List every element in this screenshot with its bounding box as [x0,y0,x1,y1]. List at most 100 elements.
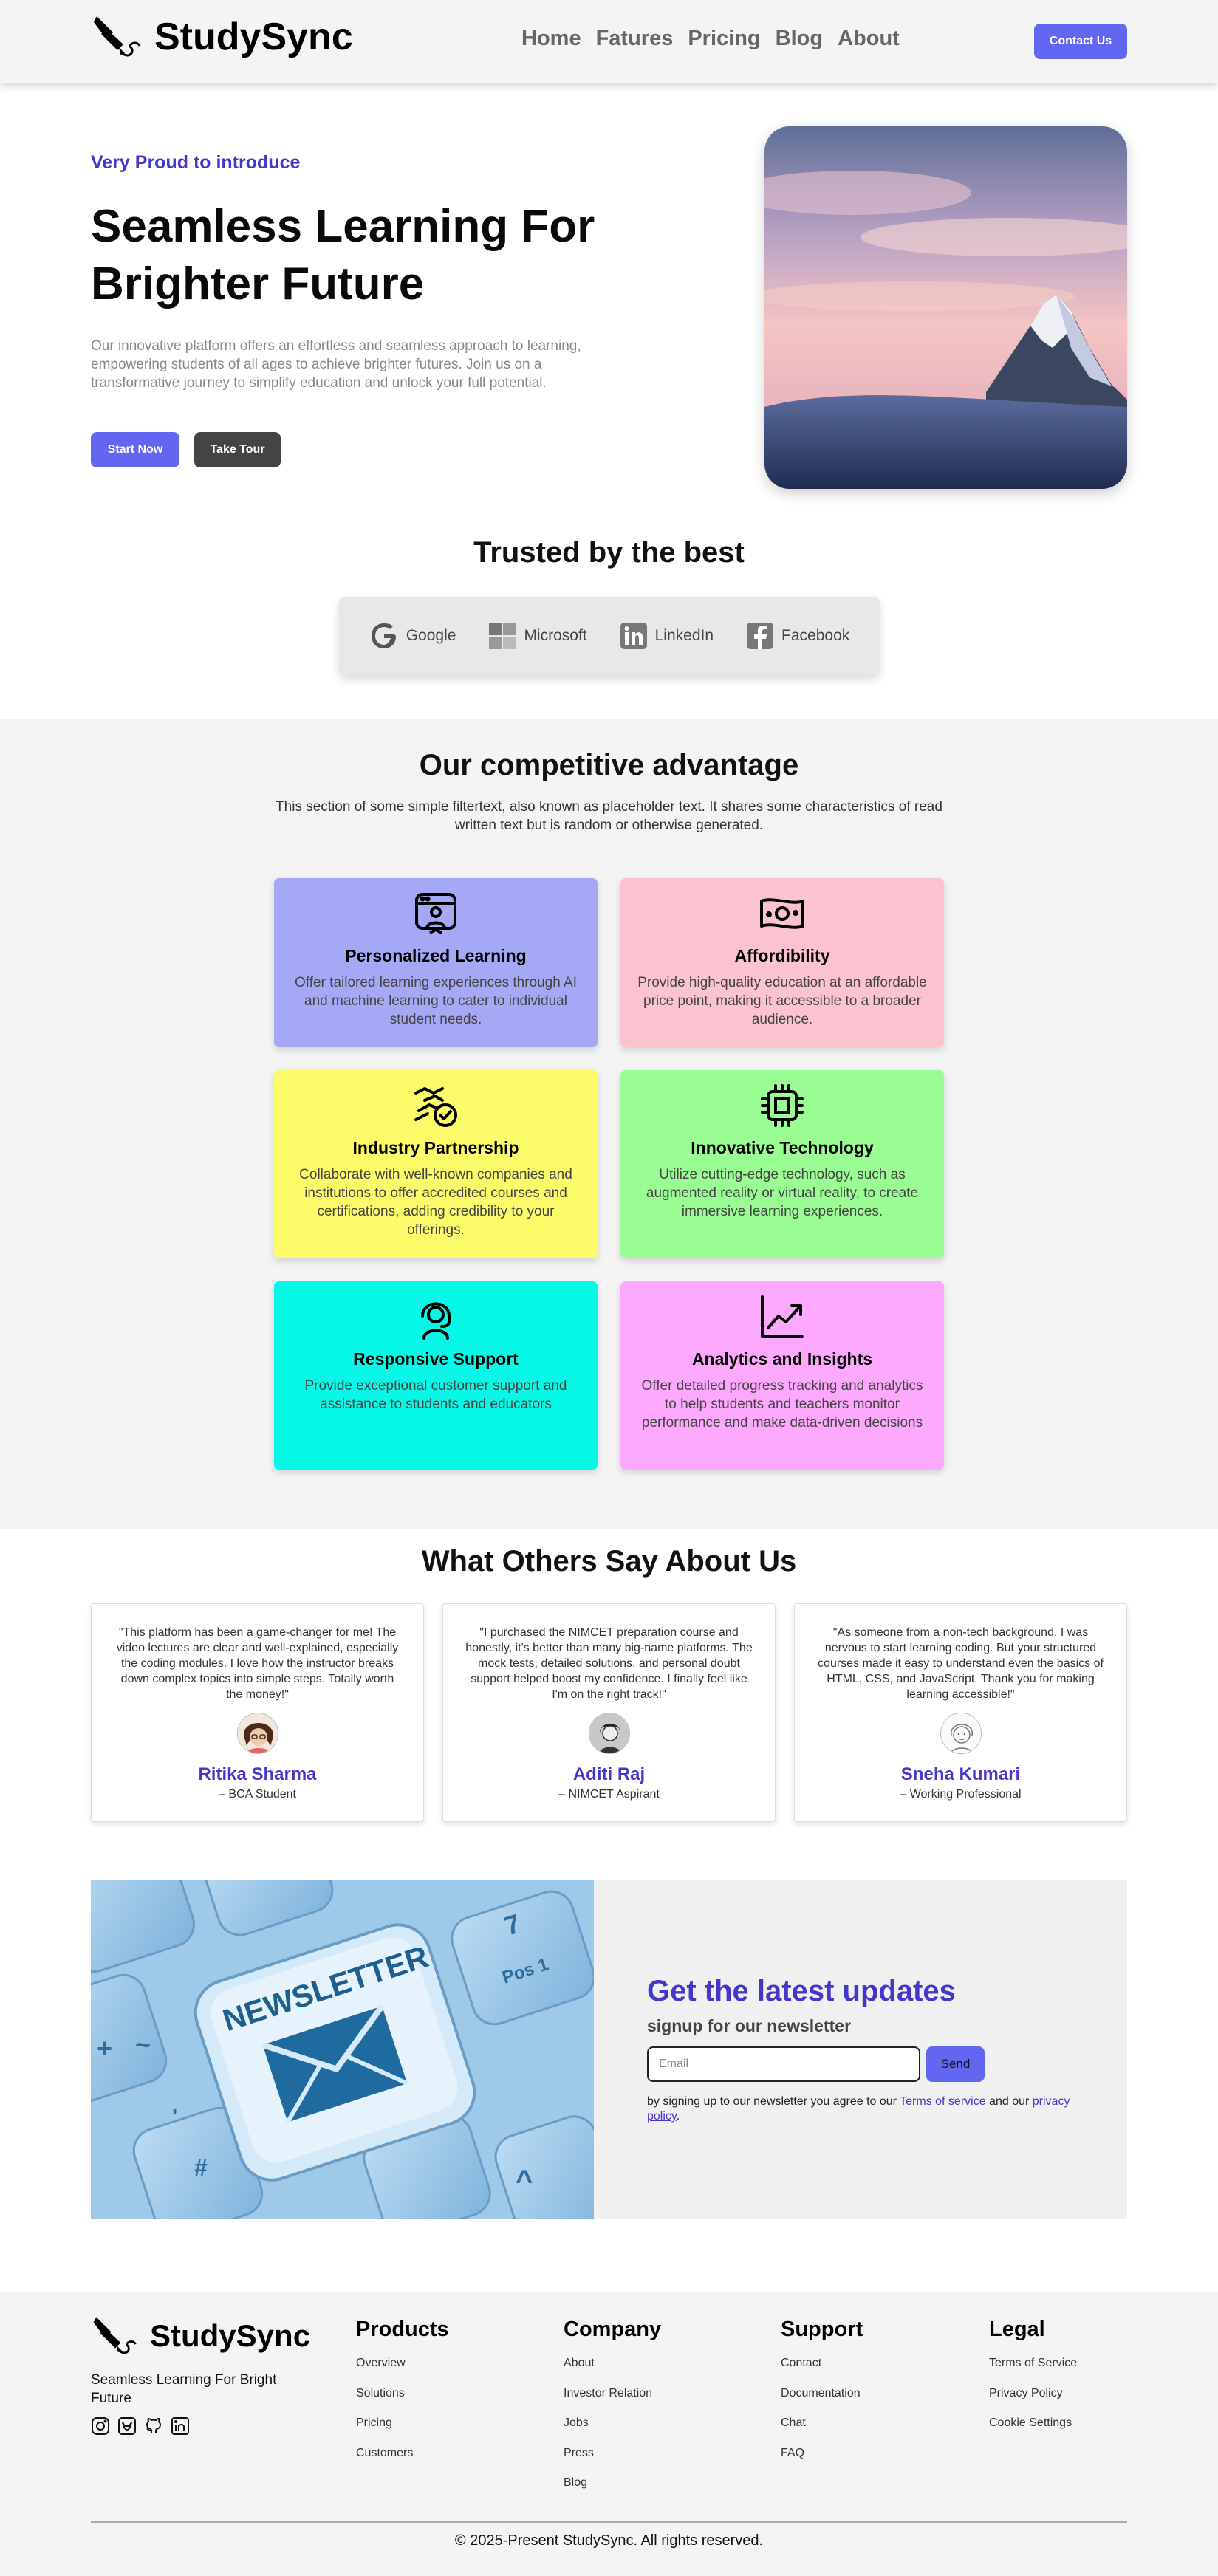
avatar [588,1713,630,1754]
newsletter-keyboard-image: NEWSLETTER 7 Pos 1 + ~ ' # ^ [91,1880,594,2219]
footer: StudySync Seamless Learning For Bright F… [0,2292,1218,2576]
footer-column-company: Company About Investor Relation Jobs Pre… [564,2318,661,2507]
testimonial-name: Aditi Raj [572,1764,646,1784]
nav-pricing[interactable]: Pricing [688,27,760,51]
linkedin-icon[interactable] [171,2416,190,2436]
feature-card-personalized-learning: Personalized Learning Offer tailored lea… [274,878,598,1047]
footer-link[interactable]: Documentation [781,2387,863,2417]
testimonial-role: – BCA Student [219,1788,296,1801]
nav-blog[interactable]: Blog [776,27,823,51]
avatar [236,1713,278,1754]
card-text: Offer detailed progress tracking and ana… [641,1378,923,1431]
card-title: Responsive Support [353,1349,519,1368]
email-input[interactable] [647,2046,920,2082]
testimonial-card: "As someone from a non-tech background, … [794,1603,1127,1822]
card-text: Collaborate with well-known companies an… [299,1167,572,1238]
footer-link[interactable]: Blog [564,2476,661,2507]
footer-link[interactable]: Solutions [356,2387,449,2417]
hero-intro: Very Proud to introduce [91,152,301,173]
contact-us-button[interactable]: Contact Us [1034,24,1127,59]
nav-home[interactable]: Home [521,27,581,51]
footer-link[interactable]: Contact [781,2357,863,2387]
footer-column-support: Support Contact Documentation Chat FAQ [781,2318,863,2476]
brand-microsoft: Microsoft [488,622,587,650]
svg-text:^: ^ [516,2165,533,2197]
footer-link[interactable]: FAQ [781,2447,863,2477]
brand-logo[interactable]: StudySync [91,10,353,64]
send-button[interactable]: Send [926,2046,985,2082]
card-title: Analytics and Insights [691,1349,873,1368]
personalized-learning-icon [415,893,456,934]
footer-link[interactable]: Customers [356,2447,449,2477]
take-tour-button[interactable]: Take Tour [194,432,281,467]
linkedin-icon [620,623,647,649]
footer-link[interactable]: Overview [356,2357,449,2387]
avatar [940,1713,982,1754]
footer-link[interactable]: Pricing [356,2416,449,2447]
handshake-check-icon [414,1087,457,1127]
advantage-section [0,719,1218,1529]
footer-brand-name: StudySync [150,2318,311,2353]
card-text: Provide high-quality education at an aff… [637,975,927,1027]
nav-about[interactable]: About [838,27,900,51]
feature-card-analytics: Analytics and Insights Offer detailed pr… [620,1281,944,1470]
newsletter-title: Get the latest updates [647,1975,956,2007]
testimonial-card: "I purchased the NIMCET preparation cour… [442,1603,776,1822]
svg-text:+: + [97,2033,112,2063]
fountain-pen-logo-icon [93,2317,137,2354]
newsletter-subtitle: signup for our newsletter [647,2016,852,2035]
footer-column-title: Company [564,2318,662,2341]
brand-facebook: Facebook [746,622,849,650]
testimonial-role: – NIMCET Aspirant [558,1788,660,1801]
card-title: Affordibility [734,946,830,965]
gitlab-icon[interactable] [117,2416,137,2436]
footer-link[interactable]: Jobs [564,2416,661,2447]
trusted-title: Trusted by the best [473,536,745,569]
footer-tagline: Seamless Learning For Bright Future [91,2372,277,2406]
footer-link[interactable]: Privacy Policy [989,2387,1077,2417]
instagram-icon[interactable] [91,2416,110,2436]
footer-brand-logo[interactable]: StudySync [91,2312,310,2360]
footer-link[interactable]: Chat [781,2416,863,2447]
card-text: Provide exceptional customer support and… [304,1378,567,1412]
testimonial-card: "This platform has been a game-changer f… [91,1603,424,1822]
nav-features[interactable]: Fatures [596,27,674,51]
start-now-button[interactable]: Start Now [91,432,179,467]
advantage-description: This section of some simple filtertext, … [276,799,942,833]
chart-line-icon [761,1295,804,1338]
trusted-logos: Google Microsoft LinkedIn Facebook [339,597,880,675]
google-icon [371,623,396,648]
brand-name: StudySync [154,16,353,58]
money-icon [760,898,804,929]
footer-link[interactable]: Cookie Settings [989,2416,1077,2447]
testimonial-role: – Working Professional [900,1788,1022,1801]
card-title: Innovative Technology [691,1138,874,1157]
footer-link[interactable]: Investor Relation [564,2387,661,2417]
support-agent-icon [421,1302,451,1340]
testimonial-quote: "This platform has been a game-changer f… [116,1626,399,1701]
feature-card-responsive-support: Responsive Support Provide exceptional c… [274,1281,598,1470]
footer-link[interactable]: Press [564,2447,661,2477]
svg-text:#: # [194,2154,208,2181]
footer-link[interactable]: About [564,2357,661,2387]
fountain-pen-logo-icon [94,16,141,57]
nav-links: Home Fatures Pricing Blog About [521,27,900,51]
card-text: Utilize cutting-edge technology, such as… [646,1167,919,1219]
footer-column-title: Legal [989,2318,1045,2341]
testimonial-quote: "I purchased the NIMCET preparation cour… [465,1626,753,1701]
footer-column-title: Support [781,2318,863,2341]
footer-link[interactable]: Terms of Service [989,2357,1077,2387]
testimonial-quote: "As someone from a non-tech background, … [818,1626,1104,1701]
hero-mountain-image [764,126,1127,489]
svg-text:~: ~ [135,2029,151,2060]
github-icon[interactable] [144,2416,163,2436]
facebook-icon [747,623,774,649]
navbar: StudySync Home Fatures Pricing Blog Abou… [0,0,1218,83]
copyright: © 2025-Present StudySync. All rights res… [454,2532,764,2549]
footer-column-legal: Legal Terms of Service Privacy Policy Co… [989,2318,1077,2447]
testimonial-name: Ritika Sharma [198,1764,317,1784]
card-title: Industry Partnership [352,1138,519,1157]
terms-of-service-link[interactable]: Terms of service [900,2095,985,2108]
hero-description: Our innovative platform offers an effort… [91,338,581,391]
brand-google: Google [369,621,456,651]
